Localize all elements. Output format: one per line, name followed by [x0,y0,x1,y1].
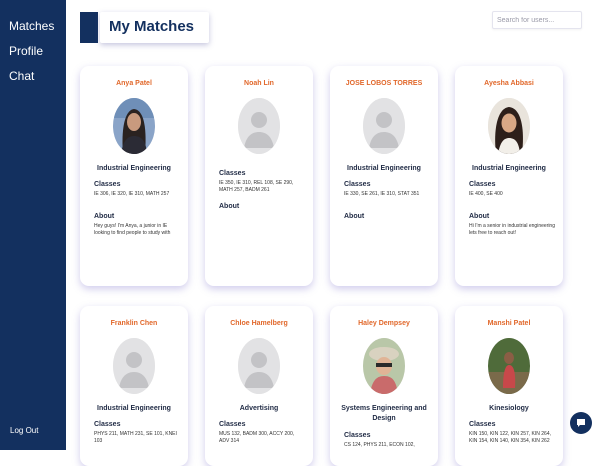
match-name: Haley Dempsey [358,320,410,327]
match-name: Chloe Hamelberg [230,320,288,327]
classes-label: Classes [94,421,121,428]
classes-list: IE 306, IE 320, IE 310, MATH 257 [94,191,170,197]
classes-list: KIN 150, KIN 122, KIN 257, KIN 264, KIN … [469,431,551,444]
major: Industrial Engineering [347,165,421,172]
classes-label: Classes [94,181,121,188]
user-photo [113,98,155,154]
avatar [238,338,280,394]
classes-list: MUS 132, BADM 300, ACCY 200, ADV 314 [219,431,295,444]
classes-list: CS 124, PHYS 211, ECON 102, [344,442,415,448]
sidebar-item-matches[interactable]: Matches [9,19,54,33]
default-avatar-icon [238,338,280,394]
major: Industrial Engineering [97,405,171,412]
classes-label: Classes [219,170,246,177]
classes-list: IE 330, SE 261, IE 310, STAT 351 [344,191,420,197]
match-name: JOSE LOBOS TORRES [345,80,423,87]
match-card[interactable]: Noah Lin Classes IE 350, IE 310, REL 108… [205,66,313,286]
about-label: About [94,213,115,220]
classes-list: IE 400, SE 400 [469,191,503,197]
sidebar-item-profile[interactable]: Profile [9,44,43,58]
match-name: Franklin Chen [110,320,158,327]
page-title-block: My Matches [80,12,209,43]
classes-label: Classes [469,181,496,188]
avatar [488,98,530,154]
user-photo [363,338,405,394]
default-avatar-icon [113,338,155,394]
match-card[interactable]: JOSE LOBOS TORRES Industrial Engineering… [330,66,438,286]
user-photo [488,98,530,154]
avatar [238,98,280,154]
title-accent-bar [80,12,98,43]
match-name: Noah Lin [244,80,274,87]
classes-label: Classes [219,421,246,428]
match-name: Ayesha Abbasi [484,80,534,87]
major: Kinesiology [489,405,529,412]
match-card[interactable]: Anya Patel Industrial Engineering Classe… [80,66,188,286]
match-card[interactable]: Manshi Patel Kinesiology Classes KIN 150… [455,306,563,466]
chat-button[interactable] [570,412,592,434]
avatar [488,338,530,394]
avatar [363,98,405,154]
major: Industrial Engineering [97,165,171,172]
sidebar: Matches Profile Chat Log Out [0,0,66,450]
chat-bubble-icon [577,419,585,427]
match-card[interactable]: Haley Dempsey Systems Engineering and De… [330,306,438,466]
major: Advertising [239,405,279,412]
about-text: Hey guys! I'm Anya, a junior in IE looki… [94,223,171,236]
search-input[interactable] [492,11,582,29]
logout-button[interactable]: Log Out [10,426,38,435]
about-label: About [469,213,490,220]
about-label: About [344,213,365,220]
avatar [363,338,405,394]
match-card[interactable]: Ayesha Abbasi Industrial Engineering Cla… [455,66,563,286]
about-text: Hi I'm a senior in industrial engineerin… [469,223,555,236]
avatar [113,98,155,154]
default-avatar-icon [363,98,405,154]
classes-label: Classes [469,421,496,428]
sidebar-item-chat[interactable]: Chat [9,69,34,83]
match-name: Anya Patel [116,80,152,87]
about-label: About [219,203,240,210]
major: Systems Engineering and Design [341,405,427,422]
classes-label: Classes [344,181,371,188]
match-card[interactable]: Chloe Hamelberg Advertising Classes MUS … [205,306,313,466]
match-name: Manshi Patel [487,320,531,327]
match-card[interactable]: Franklin Chen Industrial Engineering Cla… [80,306,188,466]
default-avatar-icon [238,98,280,154]
user-photo [488,338,530,394]
classes-list: IE 350, IE 310, REL 108, SE 290, MATH 25… [219,180,294,193]
classes-label: Classes [344,432,371,439]
classes-list: PHYS 211, MATH 231, SE 101, KNEI 103 [94,431,177,444]
major: Industrial Engineering [472,165,546,172]
avatar [113,338,155,394]
page-title: My Matches [109,18,195,35]
